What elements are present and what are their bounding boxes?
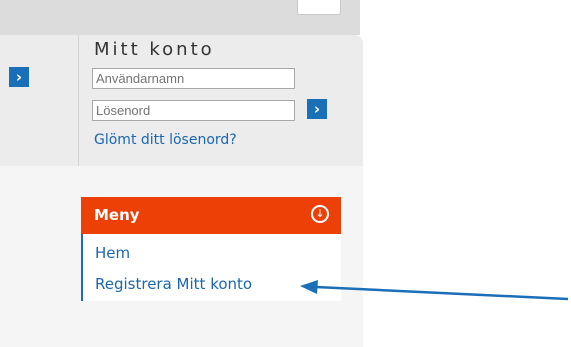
- annotation-arrow: [300, 280, 569, 301]
- arrow-head: [300, 280, 318, 294]
- arrow-shaft: [315, 285, 569, 301]
